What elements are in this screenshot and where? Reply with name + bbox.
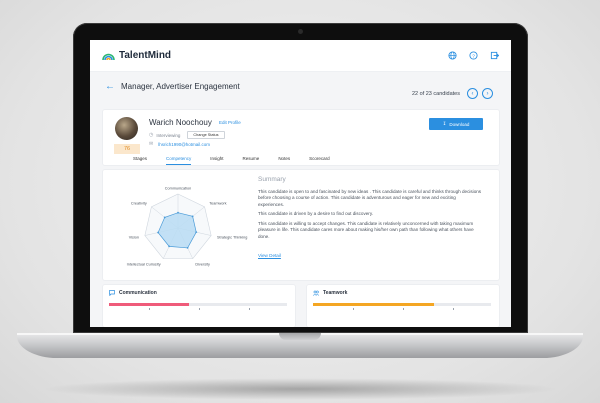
mail-icon: ✉	[149, 141, 154, 147]
avatar	[115, 117, 138, 140]
download-button[interactable]: ↧ Download	[429, 118, 483, 130]
radar-axis-label: Strategic Thinking	[217, 235, 247, 239]
email-link[interactable]: lhsrich1990@hotmail.com	[158, 142, 210, 147]
base-notch	[279, 333, 321, 340]
radar-point	[195, 231, 198, 234]
back-arrow-icon[interactable]: ←	[105, 81, 115, 92]
page-title: Manager, Advertiser Engagement	[121, 82, 240, 91]
candidate-profile-card: 76 Warich Noochouy Edit Profile ◷ Interv…	[103, 110, 499, 165]
radar-point	[186, 247, 189, 249]
score-badge: 76	[114, 144, 140, 154]
email-row: ✉ lhsrich1990@hotmail.com	[149, 141, 210, 147]
level-tick	[453, 308, 454, 310]
top-bar: TalentMind ?	[90, 40, 511, 72]
clock-icon: ◷	[149, 132, 154, 138]
mini-card-title: Teamwork	[323, 290, 348, 296]
teamwork-level-track	[313, 303, 491, 306]
mini-card-title: Communication	[119, 290, 157, 296]
status-text: Interviewing	[156, 132, 181, 138]
chevron-left-icon: ‹	[471, 90, 474, 97]
tab-resume[interactable]: Resume	[243, 154, 260, 165]
help-icon[interactable]: ?	[469, 51, 478, 60]
mini-card-header: Teamwork	[313, 290, 347, 296]
laptop-bezel: TalentMind ? ← Manager, Advertiser Engag…	[73, 23, 528, 333]
level-tick	[403, 308, 404, 310]
download-label: Download	[449, 121, 470, 127]
chat-icon	[109, 290, 115, 296]
radar-axis-label: Communication	[165, 187, 191, 191]
profile-tabs: Stages Competency Insight Resume Notes S…	[133, 154, 349, 165]
brand-name: TalentMind	[119, 50, 172, 61]
radar-axis-label: Vision	[129, 235, 139, 239]
change-status-button[interactable]: Change Status	[187, 131, 225, 139]
summary-paragraph: This candidate is open to and fascinated…	[258, 189, 482, 207]
level-tick	[353, 308, 354, 310]
prev-candidate-button[interactable]: ‹	[467, 88, 478, 99]
tab-insight[interactable]: Insight	[210, 154, 223, 165]
candidate-name: Warich Noochouy	[149, 118, 212, 127]
teamwork-card[interactable]: Teamwork	[307, 285, 499, 327]
communication-card[interactable]: Communication	[103, 285, 295, 327]
edit-profile-link[interactable]: Edit Profile	[219, 120, 241, 125]
radar-axis-label: Creativity	[131, 202, 147, 206]
teamwork-level-fill	[313, 303, 435, 306]
radar-point	[163, 216, 166, 219]
summary-title: Summary	[258, 176, 286, 183]
logout-icon[interactable]	[490, 51, 499, 60]
status-row: ◷ Interviewing Change Status	[149, 131, 225, 139]
summary-panel: Summary This candidate is open to and fa…	[258, 176, 483, 262]
tab-competency[interactable]: Competency	[166, 154, 192, 165]
radar-point	[191, 215, 194, 218]
mini-card-header: Communication	[109, 290, 157, 296]
top-icons: ?	[448, 51, 499, 60]
laptop-base	[17, 333, 583, 358]
radar-axis-label: Teamwork	[209, 202, 226, 206]
radar-axis-label: Intellectual Curiosity	[127, 263, 161, 267]
tab-notes[interactable]: Notes	[278, 154, 290, 165]
chevron-right-icon: ›	[486, 90, 489, 97]
tab-stages[interactable]: Stages	[133, 154, 147, 165]
communication-level-track	[109, 303, 287, 306]
level-tick	[249, 308, 250, 310]
level-tick	[199, 308, 200, 310]
radar-point	[177, 211, 179, 214]
radar-axis-label: Diversity	[195, 263, 210, 267]
view-detail-link[interactable]: View Detail	[258, 253, 281, 258]
candidate-pager: 22 of 23 candidates ‹ ›	[412, 88, 493, 99]
laptop-screen: TalentMind ? ← Manager, Advertiser Engag…	[90, 40, 511, 327]
level-tick	[149, 308, 150, 310]
globe-icon[interactable]	[448, 51, 457, 60]
candidate-count: 22 of 23 candidates	[411, 90, 460, 97]
radar-point	[157, 231, 160, 234]
next-candidate-button[interactable]: ›	[482, 88, 493, 99]
camera-icon	[298, 29, 303, 34]
competency-radar-chart: Communication Teamwork Strategic Thinking D…	[127, 187, 248, 267]
competency-card: Communication Teamwork Strategic Thinking D…	[103, 170, 499, 280]
communication-level-fill	[109, 303, 190, 306]
summary-paragraph: This candidate is willing to accept chan…	[258, 221, 474, 239]
team-icon	[313, 290, 319, 296]
tab-scorecard[interactable]: Scorecard	[309, 154, 330, 165]
download-icon: ↧	[442, 121, 447, 126]
logo[interactable]: TalentMind	[102, 50, 171, 61]
laptop-shadow	[40, 378, 560, 400]
summary-paragraph: This candidate is driven by a desire to …	[258, 211, 374, 217]
svg-text:?: ?	[472, 53, 475, 59]
logo-mark-icon	[102, 53, 115, 61]
radar-point	[168, 245, 171, 248]
